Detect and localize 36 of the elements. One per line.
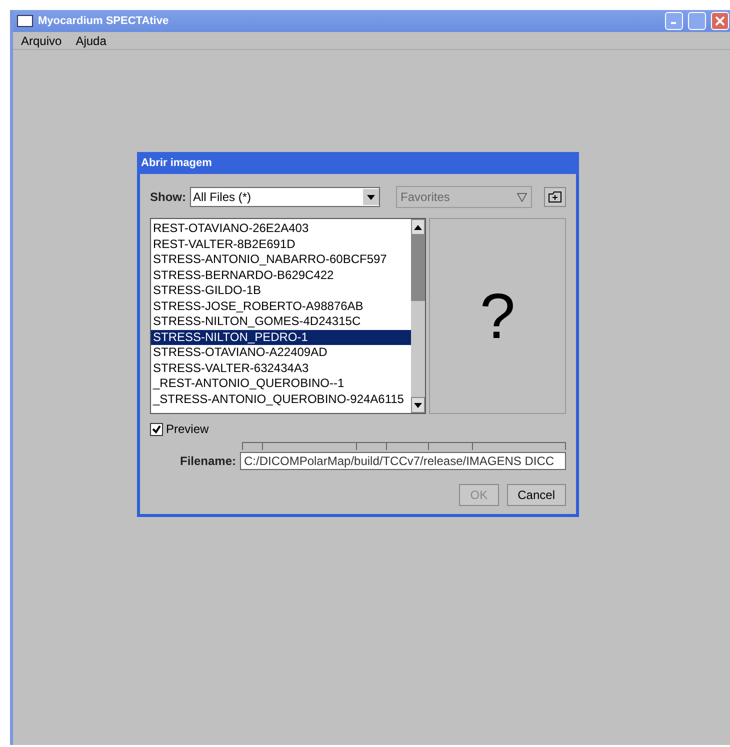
question-mark: ? [480,279,516,353]
file-item[interactable]: REST-VALTER-8B2E691D [151,236,411,252]
scrollbar[interactable] [411,219,425,413]
file-item[interactable]: STRESS-BERNARDO-B629C422 [151,268,411,283]
new-folder-button[interactable] [544,187,566,207]
file-item[interactable]: STRESS-GILDO-1B [151,283,411,298]
file-item[interactable]: REST-OTAVIANO-26E2A403 [151,221,411,236]
dialog-button[interactable]: Cancel [506,484,566,506]
dropdown-arrow-icon [517,192,528,202]
checkmark-icon [152,424,161,434]
filename-field[interactable]: C:/DICOMPolarMap/build/TCCv7/release/IMAGENS DICC [240,452,566,470]
file-item[interactable]: STRESS-ANTONIO_NABARRO-60BCF597 [151,252,411,268]
file-item[interactable]: STRESS-JOSE_ROBERTO-A98876AB [151,298,411,314]
close-icon [715,16,725,26]
file-item[interactable]: STRESS-NILTON_GOMES-4D24315C [151,314,411,330]
window-icon [17,15,33,27]
close-button[interactable] [711,12,729,30]
scroll-down-icon[interactable] [414,402,422,408]
window-title: Myocardium SPECTAtive [38,15,170,27]
scroll-up-icon[interactable] [414,224,422,230]
file-item[interactable]: _STRESS-ANTONIO_QUEROBINO-924A6115 [151,392,411,407]
file-type-dropdown[interactable]: All Files (*) [190,187,380,207]
dialog-title: Abrir imagem [137,152,579,174]
new-folder-icon [548,191,562,203]
filename-label: Filename: [180,454,236,468]
menu-item[interactable]: Ajuda [76,34,106,48]
file-item[interactable]: _REST-ANTONIO_QUEROBINO--1 [151,376,411,392]
preview-checkbox[interactable]: Preview [150,422,566,436]
file-item[interactable]: STRESS-VALTER-632434A3 [151,360,411,376]
file-item[interactable]: STRESS-NILTON_PEDRO-1 [151,330,411,345]
menu-item[interactable]: Arquivo [21,34,62,48]
path-segments[interactable] [242,442,566,450]
minimize-button[interactable] [665,12,683,30]
show-label: Show: [150,190,186,204]
maximize-button[interactable] [688,12,706,30]
file-item[interactable]: STRESS-OTAVIANO-A22409AD [151,345,411,360]
